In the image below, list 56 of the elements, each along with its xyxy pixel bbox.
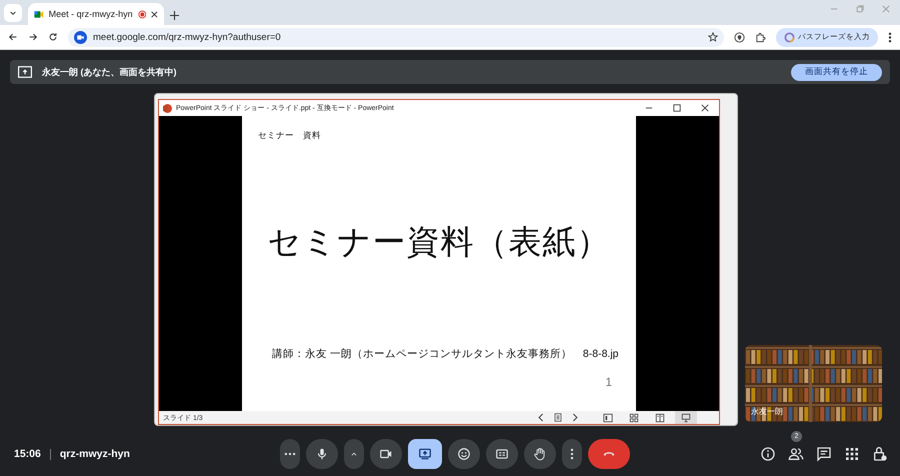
call-control-button[interactable] xyxy=(370,439,402,469)
close-icon[interactable] xyxy=(151,10,158,18)
slide-number: 1 xyxy=(605,375,612,389)
app-logo-icon xyxy=(163,104,172,112)
forward-icon[interactable] xyxy=(28,32,38,42)
normal-view-icon xyxy=(603,412,613,422)
lock-icon[interactable] xyxy=(872,446,888,462)
reading-view-icon xyxy=(655,412,665,422)
info-icon[interactable] xyxy=(760,446,776,462)
present-screen-icon xyxy=(18,66,32,78)
location-pin-icon[interactable] xyxy=(734,32,745,42)
slideshow-icon xyxy=(681,412,691,422)
captions-icon xyxy=(494,447,509,461)
view-button[interactable] xyxy=(675,411,697,424)
star-icon[interactable] xyxy=(708,32,718,42)
slide-footer: 講師：永友 一朗（ホームページコンサルタント永友事務所） 8-8-8.jp xyxy=(258,347,620,361)
close-icon[interactable] xyxy=(701,104,709,112)
present-screen-icon xyxy=(418,447,432,461)
call-control-button[interactable] xyxy=(486,439,518,469)
apps-grid-icon[interactable] xyxy=(844,446,860,462)
chat-icon[interactable] xyxy=(816,446,832,462)
browser-tab[interactable]: Meet - qrz-mwyz-hyn xyxy=(28,3,164,25)
maximize-icon[interactable] xyxy=(673,104,681,112)
call-control-button[interactable] xyxy=(524,439,556,469)
slide-header: セミナー 資料 xyxy=(258,130,322,142)
reload-icon[interactable] xyxy=(48,32,58,42)
meeting-code: qrz-mwyz-hyn xyxy=(60,448,131,460)
call-control-button[interactable] xyxy=(306,439,338,469)
puzzle-piece-icon[interactable] xyxy=(755,32,766,42)
address-bar[interactable]: meet.google.com/qrz-mwyz-hyn?authuser=0 xyxy=(68,28,724,46)
emoji-icon xyxy=(456,447,471,461)
clock-time: 15:06 xyxy=(14,448,41,460)
more-icon[interactable] xyxy=(888,32,892,42)
tab-list-button[interactable] xyxy=(4,4,22,22)
back-icon[interactable] xyxy=(8,32,18,42)
camera-icon xyxy=(378,447,393,461)
stop-sharing-button[interactable]: 画面共有を停止 xyxy=(791,64,882,80)
hand-icon xyxy=(532,447,547,461)
tab-title: Meet - qrz-mwyz-hyn xyxy=(48,9,133,19)
caret-icon xyxy=(9,9,17,17)
recording-icon xyxy=(138,10,146,18)
next-icon[interactable] xyxy=(572,413,579,422)
sharing-status-text: 永友一朗 (あなた、画面を共有中) xyxy=(42,66,178,78)
people-icon[interactable] xyxy=(788,446,804,462)
video-camera-icon xyxy=(34,10,44,18)
video-camera-icon xyxy=(74,30,87,44)
new-tab-icon[interactable] xyxy=(170,11,179,20)
slide-title: セミナー資料（表紙） xyxy=(266,222,612,262)
slide-list-icon[interactable] xyxy=(554,413,562,422)
call-control-button[interactable] xyxy=(408,439,442,469)
color-ring-icon xyxy=(784,32,795,42)
grid-view-icon xyxy=(629,412,639,422)
url-text: meet.google.com/qrz-mwyz-hyn?authuser=0 xyxy=(93,32,282,42)
call-control-button[interactable] xyxy=(448,439,480,469)
previous-icon[interactable] xyxy=(537,413,544,422)
participant-name: 永友一朗 xyxy=(751,406,783,417)
